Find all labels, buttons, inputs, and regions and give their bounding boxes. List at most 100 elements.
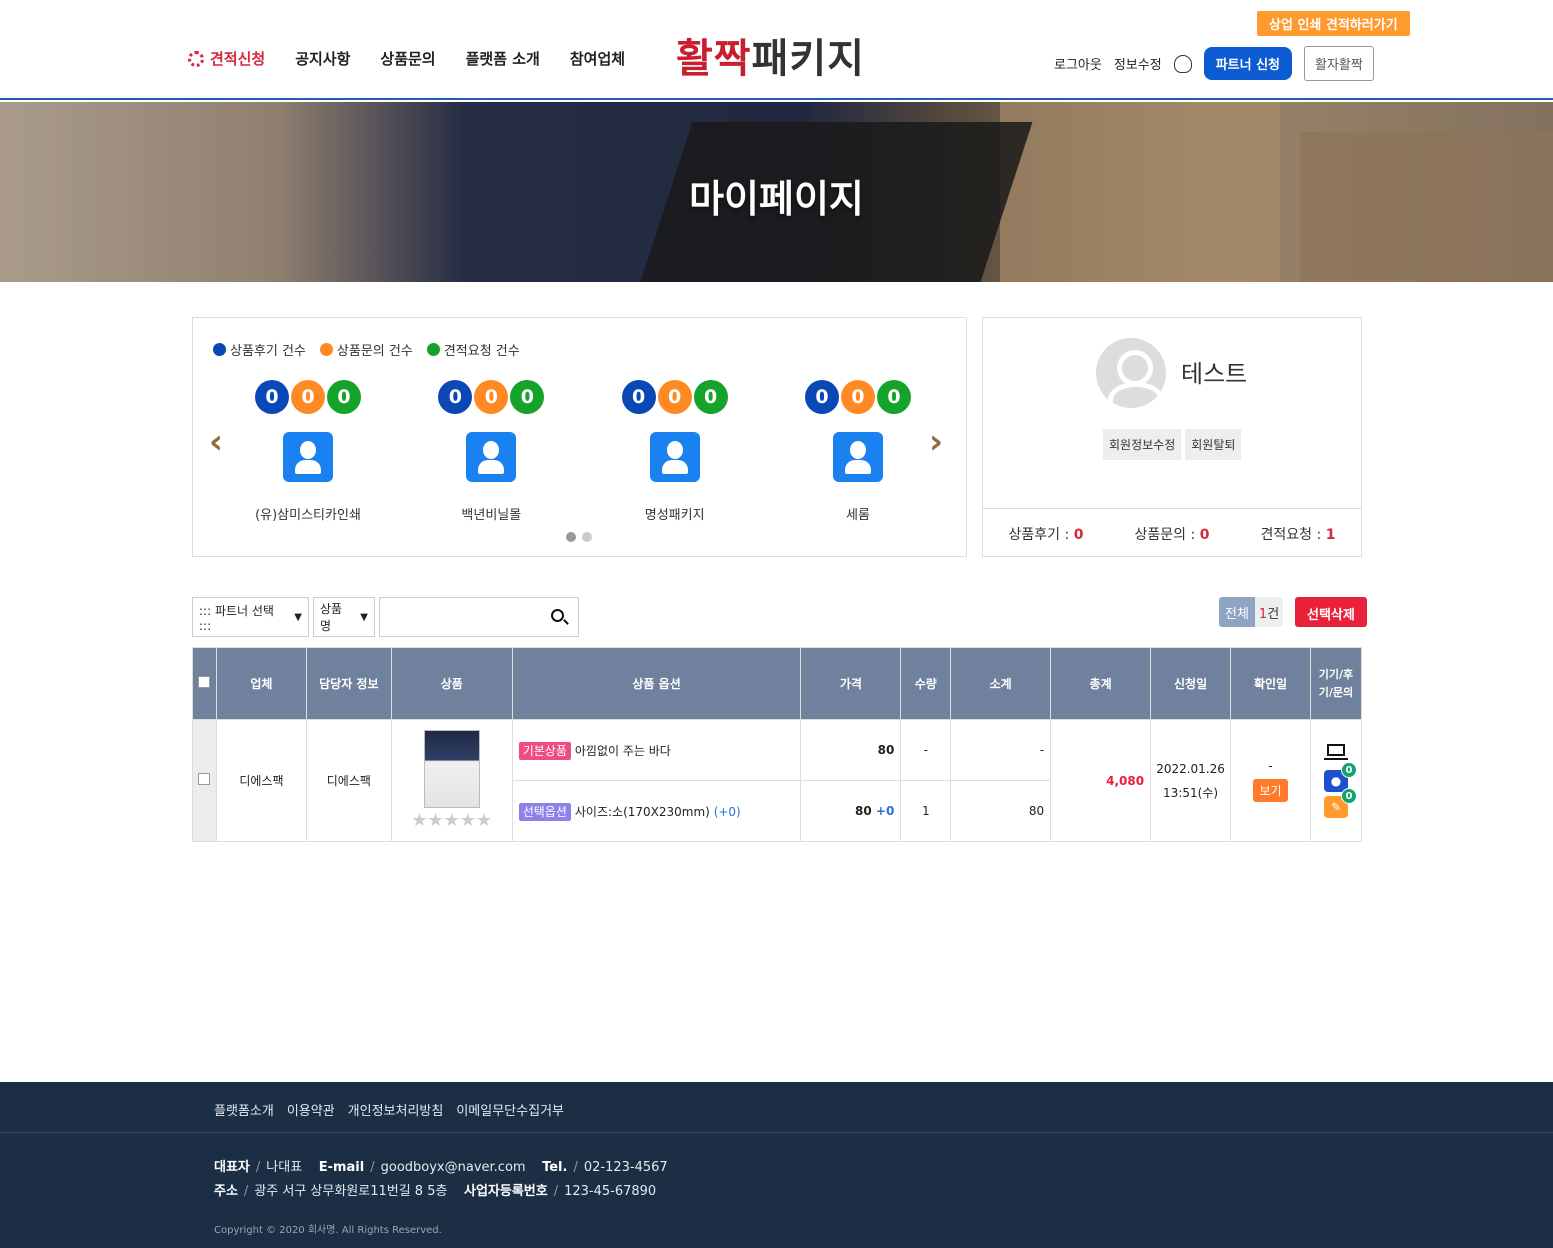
nav-platform[interactable]: 플랫폼 소개 — [466, 48, 540, 69]
field-select[interactable]: 상품명 ▼ — [313, 597, 375, 637]
option-qty: 1 — [900, 780, 952, 842]
nav-partners[interactable]: 참여업체 — [570, 48, 625, 69]
legend-dot-icon — [213, 343, 226, 356]
nav-inquiry[interactable]: 상품문의 — [380, 48, 435, 69]
search-icon[interactable] — [551, 609, 564, 622]
basic-price: 80 — [800, 719, 902, 781]
partner-stats-panel: 상품후기 건수 상품문의 건수 견적요청 건수 ‹ › 0 0 0 (유)삼미스… — [192, 317, 967, 557]
row-confirm: - 보기 — [1230, 719, 1311, 842]
chevron-down-icon: ▼ — [360, 611, 368, 623]
col-manager: 담당자 정보 — [305, 647, 392, 720]
row-company: 디에스팩 — [215, 719, 307, 842]
footer-link-platform[interactable]: 플랫폼소개 — [214, 1100, 274, 1119]
partner-card[interactable]: 0 0 0 (유)삼미스티카인쇄 — [233, 380, 383, 523]
table-row: 디에스팩 디에스팩 ★★★★★ 기본상품 아낌없이 주는 바다 80 - - 4,… — [192, 719, 1363, 842]
select-all-checkbox[interactable] — [198, 676, 211, 688]
legend-quote: 견적요청 건수 — [426, 340, 520, 359]
pager-dot[interactable] — [566, 532, 576, 542]
legend-inquiry: 상품문의 건수 — [319, 340, 413, 359]
copyright: Copyright © 2020 회사명. All Rights Reserve… — [214, 1225, 442, 1236]
computer-icon[interactable] — [1323, 743, 1348, 760]
row-manager: 디에스팩 — [305, 719, 392, 842]
quote-count: 0 — [510, 380, 545, 414]
search-input[interactable] — [379, 597, 579, 637]
col-option: 상품 옵션 — [511, 647, 802, 720]
edit-member-button[interactable]: 회원정보수정 — [1103, 429, 1182, 460]
quote-count: 0 — [327, 380, 361, 414]
spinner-icon — [188, 50, 204, 67]
promo-quote-button[interactable]: 상업 인쇄 견적하러가기 — [1257, 11, 1410, 36]
review-count: 0 — [438, 380, 473, 414]
col-total: 총계 — [1050, 647, 1152, 720]
basic-option-cell: 기본상품 아낌없이 주는 바다 — [511, 719, 802, 781]
partner-card[interactable]: 0 0 0 명성패키지 — [600, 380, 750, 523]
hwal-button[interactable]: 활자활짝 — [1304, 46, 1374, 81]
inquiry-count: 0 — [657, 380, 692, 414]
col-actions: 기기/후기/문의 — [1309, 647, 1363, 720]
partner-name: 세롬 — [846, 508, 870, 523]
partner-name: 명성패키지 — [644, 508, 705, 523]
delete-selected-button[interactable]: 선택삭제 — [1295, 597, 1367, 627]
pager-dot[interactable] — [582, 532, 592, 542]
legend-dot-icon — [319, 343, 333, 356]
basic-product-name: 아낌없이 주는 바다 — [574, 743, 671, 758]
divider — [0, 1132, 1553, 1133]
row-date: 2022.01.26 13:51(수) — [1150, 719, 1232, 842]
row-actions: ● 0 ✎ 0 — [1309, 719, 1363, 842]
partner-person-icon — [649, 432, 700, 482]
stats-legend: 상품후기 건수 상품문의 건수 견적요청 건수 — [213, 340, 520, 359]
option-name: 사이즈:소(170X230mm) — [574, 804, 710, 819]
partner-name: (유)삼미스티카인쇄 — [255, 508, 361, 523]
view-button[interactable]: 보기 — [1253, 779, 1288, 802]
option-subtotal: 80 — [950, 780, 1052, 842]
main-nav: 견적신청 공지사항 상품문의 플랫폼 소개 참여업체 — [188, 48, 625, 69]
partner-name: 백년비닐몰 — [461, 508, 522, 523]
order-table: 업체 담당자 정보 상품 상품 옵션 가격 수량 소계 총계 신청일 확인일 기… — [192, 647, 1363, 842]
basic-subtotal: - — [950, 719, 1052, 781]
review-count: 0 — [804, 380, 839, 414]
review-count-badge: 0 — [1340, 787, 1357, 804]
nav-quote[interactable]: 견적신청 — [188, 48, 265, 69]
footer-link-privacy[interactable]: 개인정보처리방침 — [348, 1100, 444, 1119]
col-qty: 수량 — [900, 647, 952, 720]
review-count: 0 — [255, 380, 289, 414]
chevron-down-icon: ▼ — [294, 611, 302, 623]
col-product: 상품 — [390, 647, 513, 720]
quote-count: 0 — [876, 380, 911, 414]
site-header: 견적신청 공지사항 상품문의 플랫폼 소개 참여업체 활짝패키지 로그아웃 정보… — [0, 0, 1553, 100]
logout-link[interactable]: 로그아웃 — [1054, 54, 1102, 73]
edit-info-link[interactable]: 정보수정 — [1114, 54, 1162, 73]
chat-count-badge: 0 — [1340, 761, 1357, 778]
basic-tag: 기본상품 — [518, 741, 571, 760]
basic-qty: - — [900, 719, 952, 781]
legend-review: 상품후기 건수 — [213, 340, 306, 359]
user-menu: 로그아웃 정보수정 파트너 신청 활자활짝 — [1054, 46, 1374, 81]
footer-link-terms[interactable]: 이용약관 — [287, 1100, 335, 1119]
nav-notice[interactable]: 공지사항 — [295, 48, 350, 69]
chevron-left-icon[interactable]: ‹ — [209, 422, 223, 462]
partner-person-icon — [466, 432, 517, 482]
col-subtotal: 소계 — [950, 647, 1052, 720]
row-product[interactable]: ★★★★★ — [390, 719, 513, 842]
withdraw-button[interactable]: 회원탈퇴 — [1185, 429, 1242, 460]
row-checkbox[interactable] — [198, 773, 211, 785]
col-company: 업체 — [215, 647, 307, 720]
partner-card[interactable]: 0 0 0 백년비닐몰 — [416, 380, 566, 523]
site-footer: 플랫폼소개 이용약관 개인정보처리방침 이메일무단수집거부 대표자 / 나대표 E-… — [0, 1082, 1553, 1248]
product-thumbnail[interactable] — [423, 730, 480, 808]
total-count-badge: 전체 1건 — [1219, 597, 1284, 627]
user-icon[interactable] — [1173, 54, 1192, 73]
option-tag: 선택옵션 — [518, 802, 571, 821]
footer-link-email-policy[interactable]: 이메일무단수집거부 — [456, 1100, 564, 1119]
partner-apply-button[interactable]: 파트너 신청 — [1203, 47, 1293, 80]
page-title: 마이페이지 — [689, 177, 864, 221]
partner-select[interactable]: ::: 파트너 선택 ::: ▼ — [192, 597, 309, 637]
company-info: 대표자 / 나대표 E-mail / goodboyx@naver.com Tel./0… — [214, 1160, 668, 1199]
col-confirm: 확인일 — [1230, 647, 1311, 720]
review-count: 0 — [621, 380, 656, 414]
inquiry-summary: 상품문의 : 0 — [1134, 527, 1210, 543]
partner-person-icon — [283, 432, 333, 482]
avatar — [1096, 338, 1166, 408]
partner-card[interactable]: 0 0 0 세롬 — [783, 380, 933, 523]
site-logo[interactable]: 활짝패키지 — [676, 26, 865, 84]
